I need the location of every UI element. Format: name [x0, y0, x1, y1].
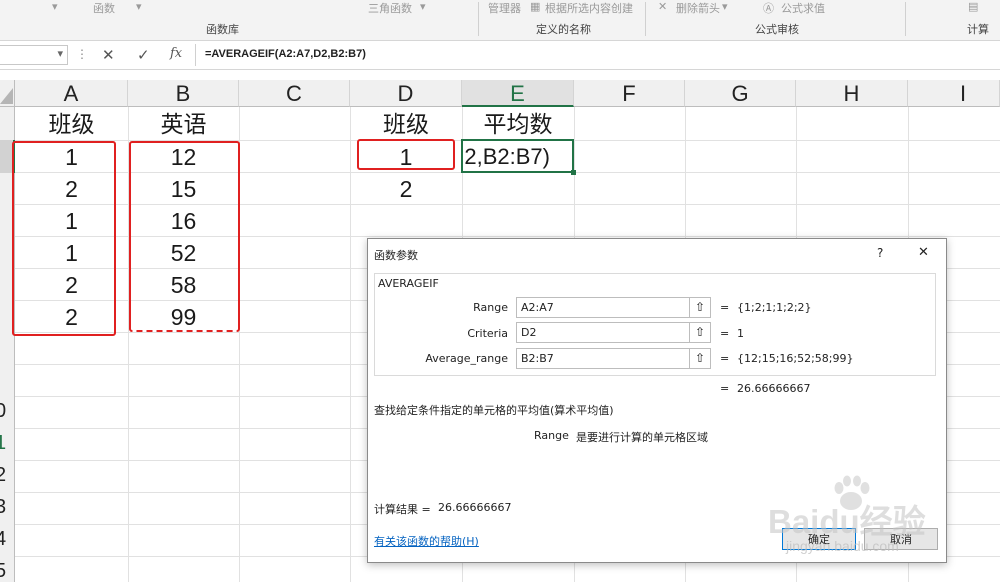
create-from-selection-icon[interactable]: ▦: [530, 0, 540, 13]
column-header-h[interactable]: H: [796, 80, 908, 107]
row-number[interactable]: 0: [0, 400, 6, 423]
criteria-input[interactable]: D2 ⇧: [516, 322, 711, 343]
equals-sign: =: [720, 382, 730, 395]
group-label-defined-names: 定义的名称: [536, 23, 591, 36]
remove-arrows-icon[interactable]: ✕: [658, 0, 667, 13]
arg-result-range: {1;2;1;1;2;2}: [737, 301, 812, 314]
average-range-input[interactable]: B2:B7 ⇧: [516, 348, 711, 369]
range-input[interactable]: A2:A7 ⇧: [516, 297, 711, 318]
formula-bar: ▾ ⋮ ✕ ✓ fx =AVERAGEIF(A2:A7,D2,B2:B7): [0, 41, 1000, 70]
close-icon[interactable]: ✕: [918, 245, 929, 260]
ribbon-item-remove-arrows[interactable]: 删除箭头: [676, 0, 720, 16]
column-header-f[interactable]: F: [574, 80, 685, 107]
calc-result-value: 26.66666667: [438, 501, 512, 514]
function-name: AVERAGEIF: [378, 277, 439, 290]
fill-handle[interactable]: [571, 170, 576, 175]
cell-edit-text: 2,B2:B7): [464, 144, 550, 169]
equals-sign: =: [720, 352, 730, 365]
column-header-e[interactable]: E: [462, 80, 574, 107]
collapse-dialog-icon[interactable]: ⇧: [689, 349, 710, 368]
active-cell-e2[interactable]: 2,B2:B7): [461, 139, 574, 173]
watermark-brand: Baidu经验: [768, 503, 926, 540]
group-label-formula-auditing: 公式审核: [755, 23, 799, 36]
arg-help-name: Range: [534, 429, 569, 442]
formula-text[interactable]: =AVERAGEIF(A2:A7,D2,B2:B7): [205, 48, 366, 60]
group-label-function-library: 函数库: [206, 23, 239, 36]
column-header-i[interactable]: I: [908, 80, 1000, 107]
more-icon: ⋮: [76, 47, 88, 61]
formula-result: 26.66666667: [737, 382, 811, 395]
column-header-b[interactable]: B: [128, 80, 239, 107]
arg-label-average-range: Average_range: [425, 352, 508, 365]
row-number[interactable]: 1: [0, 432, 6, 455]
dialog-title: 函数参数: [374, 249, 418, 262]
calc-result-label: 计算结果 =: [374, 503, 431, 516]
column-header-g[interactable]: G: [685, 80, 796, 107]
cell-d1[interactable]: 班级: [350, 109, 462, 141]
ribbon-item-trig[interactable]: 三角函数: [368, 0, 412, 16]
calc-options-icon[interactable]: ▤: [968, 0, 978, 13]
range-highlight-b: [129, 141, 240, 332]
help-icon[interactable]: ?: [877, 246, 883, 260]
group-label-calculation: 计算: [967, 23, 989, 36]
equals-sign: =: [720, 327, 730, 340]
row-number[interactable]: 3: [0, 496, 6, 519]
confirm-entry-icon[interactable]: ✓: [137, 46, 150, 64]
cancel-entry-icon[interactable]: ✕: [102, 46, 115, 64]
cell-d3[interactable]: 2: [350, 173, 462, 205]
row-number[interactable]: 2: [0, 464, 6, 487]
dropdown-arrow-icon[interactable]: ▾: [52, 0, 58, 13]
ribbon: ▾ 函数 ▾ 三角函数 ▾ 管理器 ▦ 根据所选内容创建 ✕ 删除箭头 ▾ Ⓐ …: [0, 0, 1000, 41]
arg-label-criteria: Criteria: [467, 327, 508, 340]
arg-result-criteria: 1: [737, 327, 744, 340]
row-number[interactable]: 4: [0, 528, 6, 551]
cell-a1[interactable]: 班级: [15, 109, 128, 141]
function-description: 查找给定条件指定的单元格的平均值(算术平均值): [374, 404, 614, 417]
ribbon-item-create-from-selection[interactable]: 根据所选内容创建: [545, 0, 633, 16]
dropdown-arrow-icon[interactable]: ▾: [722, 0, 728, 13]
column-header-d[interactable]: D: [350, 80, 462, 107]
help-link[interactable]: 有关该函数的帮助(H): [374, 533, 479, 549]
row-number[interactable]: 5: [0, 560, 6, 583]
arg-label-range: Range: [473, 301, 508, 314]
cell-b1[interactable]: 英语: [128, 109, 239, 141]
equals-sign: =: [720, 301, 730, 314]
collapse-dialog-icon[interactable]: ⇧: [689, 323, 710, 342]
watermark-logo: Baidu经验: [768, 475, 1000, 540]
cell-e1[interactable]: 平均数: [462, 109, 574, 141]
select-all-corner[interactable]: [0, 80, 15, 107]
insert-function-icon[interactable]: fx: [170, 46, 182, 61]
name-box-dropdown-icon[interactable]: ▾: [57, 47, 63, 60]
dropdown-arrow-icon[interactable]: ▾: [136, 0, 142, 13]
range-highlight-a: [12, 141, 116, 336]
arg-help-text: 是要进行计算的单元格区域: [576, 431, 708, 444]
column-header-a[interactable]: A: [15, 80, 128, 107]
watermark-url: jingyan.baidu.com: [786, 538, 899, 554]
evaluate-formula-icon[interactable]: Ⓐ: [763, 0, 774, 16]
ribbon-item-name-manager[interactable]: 管理器: [488, 0, 521, 16]
collapse-dialog-icon[interactable]: ⇧: [689, 298, 710, 317]
ribbon-item-evaluate-formula[interactable]: 公式求值: [781, 0, 825, 16]
name-box[interactable]: ▾: [0, 45, 68, 65]
criteria-highlight-d2: [357, 139, 455, 170]
ribbon-item-function[interactable]: 函数: [93, 0, 115, 16]
arg-result-average-range: {12;15;16;52;58;99}: [737, 352, 854, 365]
column-header-c[interactable]: C: [239, 80, 350, 107]
dropdown-arrow-icon[interactable]: ▾: [420, 0, 426, 13]
